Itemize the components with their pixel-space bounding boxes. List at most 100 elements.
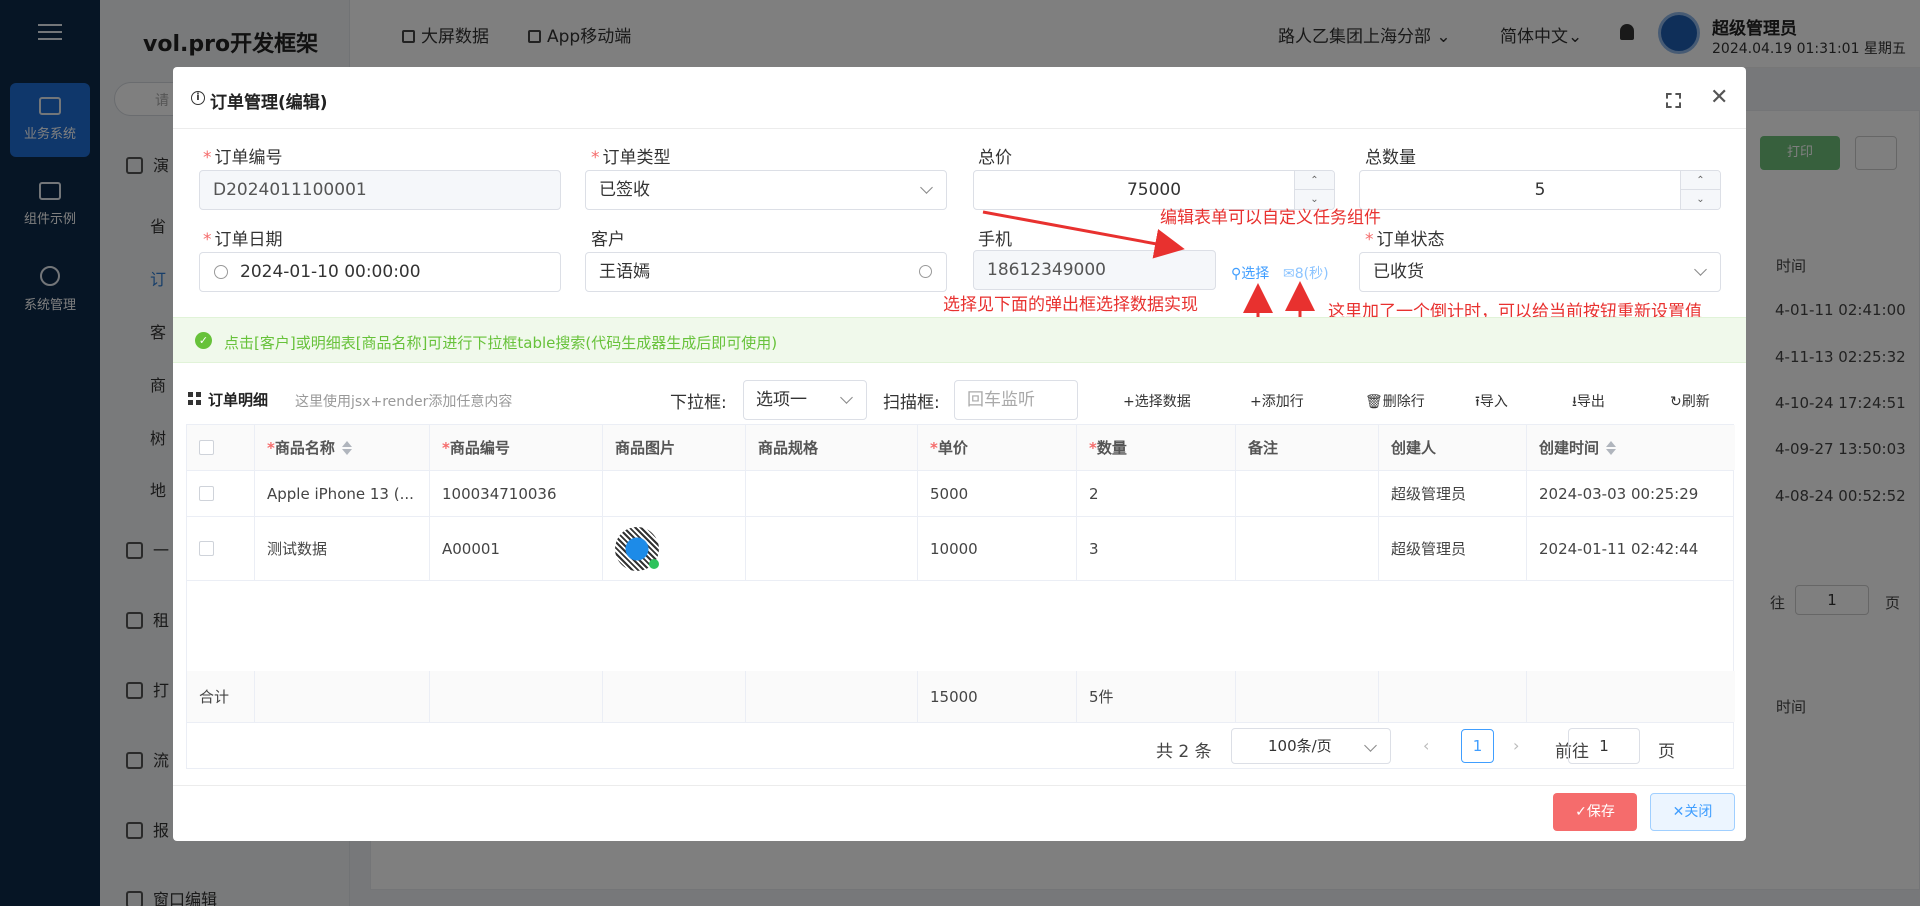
summary-cell: [603, 671, 746, 722]
cell-product-spec[interactable]: [746, 471, 918, 516]
order-no-label: * 订单编号: [203, 148, 283, 168]
customer-input[interactable]: 王语嫣: [585, 252, 947, 292]
cell-unit-price[interactable]: 10000: [918, 517, 1077, 580]
refresh-button[interactable]: ↻刷新: [1670, 391, 1710, 411]
order-edit-dialog: i 订单管理(编辑) ✕ * 订单编号 D2024011100001 * 订单类型 …: [173, 67, 1746, 841]
number-stepper[interactable]: ⌃ ⌄: [1680, 171, 1720, 209]
scan-input[interactable]: 回车监听: [954, 380, 1078, 420]
info-icon: i: [191, 91, 205, 105]
row-checkbox: [199, 486, 214, 501]
delete-row-button[interactable]: 🗑删除行: [1365, 391, 1425, 411]
order-status-select[interactable]: 已收货: [1359, 252, 1721, 292]
summary-label: 合计: [187, 671, 255, 722]
select-data-button[interactable]: +选择数据: [1123, 391, 1191, 411]
total-qty-input[interactable]: 5 ⌃ ⌄: [1359, 170, 1721, 210]
check-circle-icon: ✓: [195, 332, 212, 349]
chevron-down-icon: [1694, 263, 1707, 276]
cell-product-name[interactable]: Apple iPhone 13 (...: [255, 471, 430, 516]
header-checkbox-cell[interactable]: [187, 425, 255, 470]
cell-created-time: 2024-03-03 00:25:29: [1539, 484, 1699, 503]
order-date-picker[interactable]: 2024-01-10 00:00:00: [199, 252, 561, 292]
dialog-title: 订单管理(编辑): [210, 93, 328, 113]
chevron-down-icon: [1364, 739, 1377, 752]
select-all-checkbox: [199, 440, 214, 455]
info-alert: ✓ 点击[客户]或明细表[商品名称]可进行下拉框table搜索(代码生成器生成后…: [173, 317, 1746, 363]
dialog-footer: [173, 785, 1746, 841]
cell-remark[interactable]: [1236, 517, 1379, 580]
total-price-label: 总价: [978, 148, 1012, 168]
summary-cell: [1379, 671, 1527, 722]
detail-table: * 商品名称 * 商品编号 商品图片 商品规格 * 单价 * 数量 备注 创建人 创建时…: [186, 424, 1735, 769]
summary-cell: [746, 671, 918, 722]
summary-cell: [430, 671, 603, 722]
col-product-image: 商品图片: [603, 425, 746, 470]
cell-quantity[interactable]: 3: [1077, 517, 1236, 580]
clock-icon: [214, 265, 228, 279]
dropdown-select[interactable]: 选项一: [743, 380, 867, 420]
annotation-custom: 编辑表单可以自定义任务组件: [1160, 208, 1381, 228]
cell-created-time: 2024-01-11 02:42:44: [1539, 539, 1699, 558]
import-button[interactable]: ⭱导入: [1475, 391, 1508, 415]
trash-icon: 🗑: [1365, 394, 1383, 410]
prev-page-button[interactable]: ‹: [1423, 736, 1429, 755]
current-page[interactable]: 1: [1461, 729, 1494, 763]
table-row[interactable]: Apple iPhone 13 (... 100034710036 5000 2…: [187, 471, 1733, 517]
col-product-name[interactable]: * 商品名称: [255, 425, 430, 470]
countdown-link[interactable]: ✉8(秒): [1283, 263, 1329, 283]
cell-remark[interactable]: [1236, 471, 1379, 516]
cell-creator: 超级管理员: [1379, 517, 1527, 580]
cell-quantity[interactable]: 2: [1077, 471, 1236, 516]
export-button[interactable]: ⭳导出: [1572, 391, 1605, 415]
cell-product-spec[interactable]: [746, 517, 918, 580]
col-creator: 创建人: [1379, 425, 1527, 470]
save-button[interactable]: ✓保存: [1553, 793, 1637, 831]
cell-unit-price[interactable]: 5000: [918, 471, 1077, 516]
goto-unit: 页: [1658, 742, 1675, 762]
alert-text: 点击[客户]或明细表[商品名称]可进行下拉框table搜索(代码生成器生成后即可…: [224, 334, 778, 352]
summary-cell: [1236, 671, 1379, 722]
total-qty-label: 总数量: [1365, 148, 1416, 168]
next-page-button[interactable]: ›: [1513, 736, 1519, 755]
detail-hint: 这里使用jsx+render添加任意内容: [295, 394, 513, 410]
add-row-button[interactable]: +添加行: [1250, 391, 1304, 411]
col-remark: 备注: [1236, 425, 1379, 470]
search-icon: [919, 265, 932, 278]
close-button[interactable]: ✕关闭: [1650, 793, 1735, 831]
select-link[interactable]: ⚲选择: [1231, 263, 1269, 283]
col-quantity: * 数量: [1077, 425, 1236, 470]
table-row[interactable]: 测试数据 A00001 10000 3 超级管理员 2024-01-11 02:…: [187, 517, 1733, 581]
col-product-spec: 商品规格: [746, 425, 918, 470]
order-status-label: * 订单状态: [1365, 230, 1445, 250]
col-product-code: * 商品编号: [430, 425, 603, 470]
scan-label: 扫描框:: [883, 393, 940, 413]
cell-product-code[interactable]: A00001: [430, 517, 603, 580]
fullscreen-icon[interactable]: [1666, 93, 1681, 108]
detail-title: 订单明细: [208, 391, 269, 409]
row-checkbox-cell[interactable]: [187, 471, 255, 516]
row-checkbox-cell[interactable]: [187, 517, 255, 580]
order-type-select[interactable]: 已签收: [585, 170, 947, 210]
summary-cell: [1527, 671, 1735, 722]
page-size-select[interactable]: 100条/页: [1231, 728, 1391, 764]
dropdown-label: 下拉框:: [670, 393, 727, 413]
phone-label: 手机: [978, 230, 1012, 250]
sort-icon: [1606, 440, 1617, 456]
product-qr-image: [615, 526, 659, 571]
chevron-down-icon: [840, 391, 853, 404]
order-no-field[interactable]: D2024011100001: [199, 170, 561, 210]
phone-field[interactable]: 18612349000: [973, 250, 1216, 290]
grid-icon: [188, 392, 201, 405]
col-created-time[interactable]: 创建时间: [1527, 425, 1735, 470]
pager-total: 共 2 条: [1156, 742, 1212, 762]
order-type-label: * 订单类型: [591, 148, 671, 168]
cell-product-code[interactable]: 100034710036: [430, 471, 603, 516]
close-icon[interactable]: ✕: [1710, 85, 1728, 110]
cell-product-image[interactable]: [603, 517, 746, 580]
refresh-icon: ↻: [1670, 394, 1682, 410]
row-checkbox: [199, 541, 214, 556]
summary-row: 合计 15000 5件: [187, 671, 1735, 723]
sort-icon: [341, 440, 352, 456]
cell-product-name[interactable]: 测试数据: [255, 517, 430, 580]
goto-page-input[interactable]: 1: [1568, 728, 1640, 764]
cell-creator: 超级管理员: [1379, 471, 1527, 516]
